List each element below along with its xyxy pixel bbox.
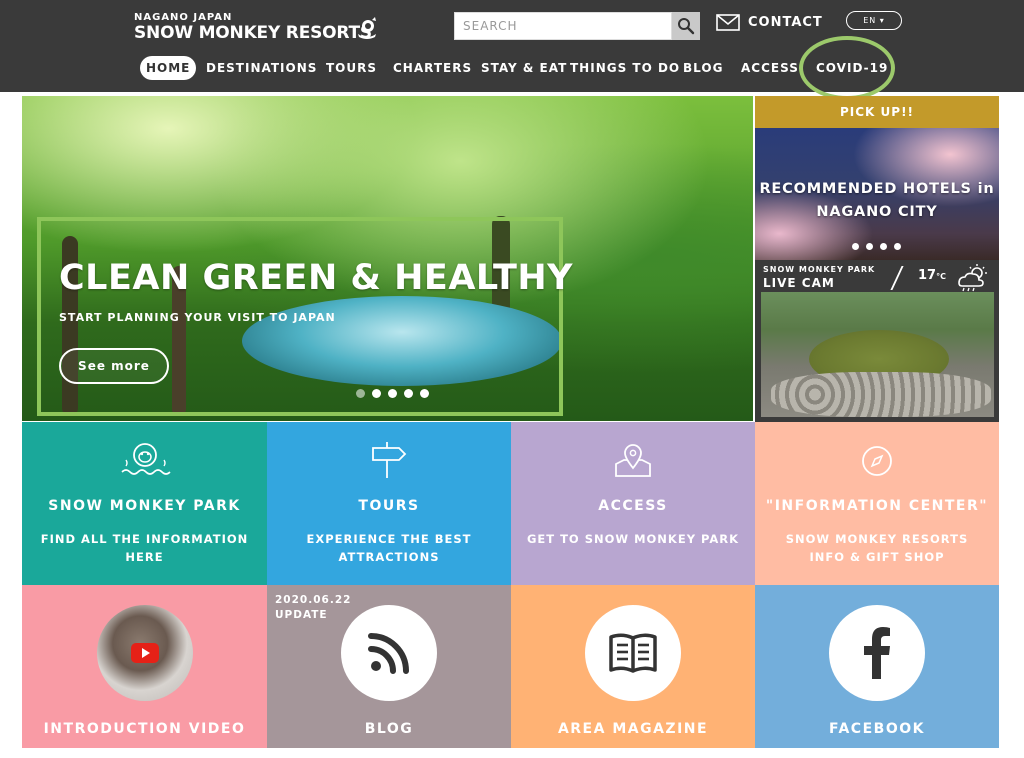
rocks [771, 372, 991, 417]
search-icon [678, 18, 695, 35]
tile-title: TOURS [358, 498, 420, 514]
hero-subtitle: START PLANNING YOUR VISIT TO JAPAN [59, 311, 336, 324]
tile-area-magazine[interactable]: AREA MAGAZINE [511, 585, 755, 748]
blog-update-date: 2020.06.22 [275, 594, 352, 606]
tile-title: SNOW MONKEY PARK [48, 498, 241, 514]
open-book-icon [609, 633, 657, 673]
temperature-value: 17 [918, 268, 937, 283]
slider-dot[interactable] [404, 389, 413, 398]
signpost-icon [372, 442, 407, 478]
blog-icon-circle [341, 605, 437, 701]
nav-charters[interactable]: CHARTERS [393, 56, 472, 80]
tile-snow-monkey-park[interactable]: SNOW MONKEY PARK FIND ALL THE INFORMATIO… [22, 422, 267, 585]
pickup-title-line1: RECOMMENDED HOTELS in [759, 181, 995, 197]
hero-title: CLEAN GREEN & HEALTHY [59, 258, 573, 298]
youtube-play-icon [130, 643, 159, 663]
see-more-button[interactable]: See more [59, 348, 169, 384]
nav-tours[interactable]: TOURS [326, 56, 377, 80]
mail-icon [716, 14, 740, 31]
tile-description: GET TO SNOW MONKEY PARK [526, 532, 740, 546]
contact-label: CONTACT [748, 15, 823, 30]
live-cam-image[interactable] [761, 292, 994, 417]
logo-subtitle: NAGANO JAPAN [134, 12, 233, 23]
map-pin-icon [615, 444, 651, 477]
pickup-title[interactable]: RECOMMENDED HOTELS in NAGANO CITY [755, 178, 999, 224]
tile-facebook[interactable]: FACEBOOK [755, 585, 999, 748]
live-cam-title: LIVE CAM [763, 276, 835, 290]
tile-label: AREA MAGAZINE [557, 721, 709, 737]
nav-blog[interactable]: BLOG [683, 56, 723, 80]
nav-access[interactable]: ACCESS [741, 56, 799, 80]
language-selector[interactable]: EN ▾ [846, 11, 902, 30]
monkey-logo-icon [358, 17, 376, 39]
logo-title: SNOW MONKEY RESORTS [134, 23, 372, 43]
site-header: NAGANO JAPAN SNOW MONKEY RESORTS CONTACT… [0, 0, 1024, 100]
tile-tours[interactable]: TOURS EXPERIENCE THE BEST ATTRACTIONS [267, 422, 511, 585]
pickup-header: PICK UP!! [755, 96, 999, 128]
pickup-slider-dots [852, 243, 901, 250]
tile-label: INTRODUCTION VIDEO [43, 721, 246, 737]
temperature-readout: 17°C [918, 268, 946, 283]
covid-highlight-circle [799, 36, 895, 100]
slider-dot[interactable] [880, 243, 887, 250]
tile-title: ACCESS [598, 498, 668, 514]
live-cam-subtitle: SNOW MONKEY PARK [763, 265, 876, 274]
monkey-onsen-icon [120, 443, 171, 475]
tile-description: FIND ALL THE INFORMATION HERE [40, 532, 249, 564]
contact-link[interactable]: CONTACT [716, 14, 823, 31]
slider-dot[interactable] [852, 243, 859, 250]
video-thumbnail[interactable] [96, 605, 193, 701]
tile-label: FACEBOOK [829, 721, 925, 737]
nav-destinations[interactable]: DESTINATIONS [206, 56, 317, 80]
slider-dot[interactable] [356, 389, 365, 398]
temperature-unit: °C [936, 272, 946, 281]
tile-introduction-video[interactable]: INTRODUCTION VIDEO [22, 585, 267, 748]
hero-slider-dots [356, 389, 429, 398]
tile-title: "INFORMATION CENTER" [765, 498, 989, 514]
site-logo[interactable]: NAGANO JAPAN SNOW MONKEY RESORTS [134, 12, 376, 43]
nav-home[interactable]: HOME [140, 56, 197, 80]
compass-icon [862, 446, 892, 476]
search-box [454, 12, 672, 40]
tile-description: SNOW MONKEY RESORTS INFO & GIFT SHOP [785, 532, 969, 564]
facebook-icon [864, 627, 890, 679]
slider-dot[interactable] [420, 389, 429, 398]
tile-information-center[interactable]: "INFORMATION CENTER" SNOW MONKEY RESORTS… [755, 422, 999, 585]
sun-cloud-rain-icon [958, 264, 987, 292]
slider-dot[interactable] [866, 243, 873, 250]
slider-dot[interactable] [388, 389, 397, 398]
facebook-icon-circle [829, 605, 925, 701]
slider-dot[interactable] [894, 243, 901, 250]
search-button[interactable] [672, 12, 700, 40]
tile-blog[interactable]: 2020.06.22 UPDATE BLOG [267, 585, 511, 748]
tile-description: EXPERIENCE THE BEST ATTRACTIONS [306, 532, 472, 564]
tile-label: BLOG [364, 721, 414, 737]
tile-access[interactable]: ACCESS GET TO SNOW MONKEY PARK [511, 422, 755, 585]
search-input[interactable] [455, 13, 671, 39]
slider-dot[interactable] [372, 389, 381, 398]
nav-stay-eat[interactable]: STAY & EAT [481, 56, 567, 80]
magazine-icon-circle [585, 605, 681, 701]
pickup-title-line2: NAGANO CITY [816, 204, 938, 220]
blog-update-note: 2020.06.22 UPDATE [275, 593, 351, 623]
nav-things-to-do[interactable]: THINGS TO DO [570, 56, 680, 80]
rss-icon [368, 633, 409, 674]
blog-update-label: UPDATE [275, 609, 328, 621]
